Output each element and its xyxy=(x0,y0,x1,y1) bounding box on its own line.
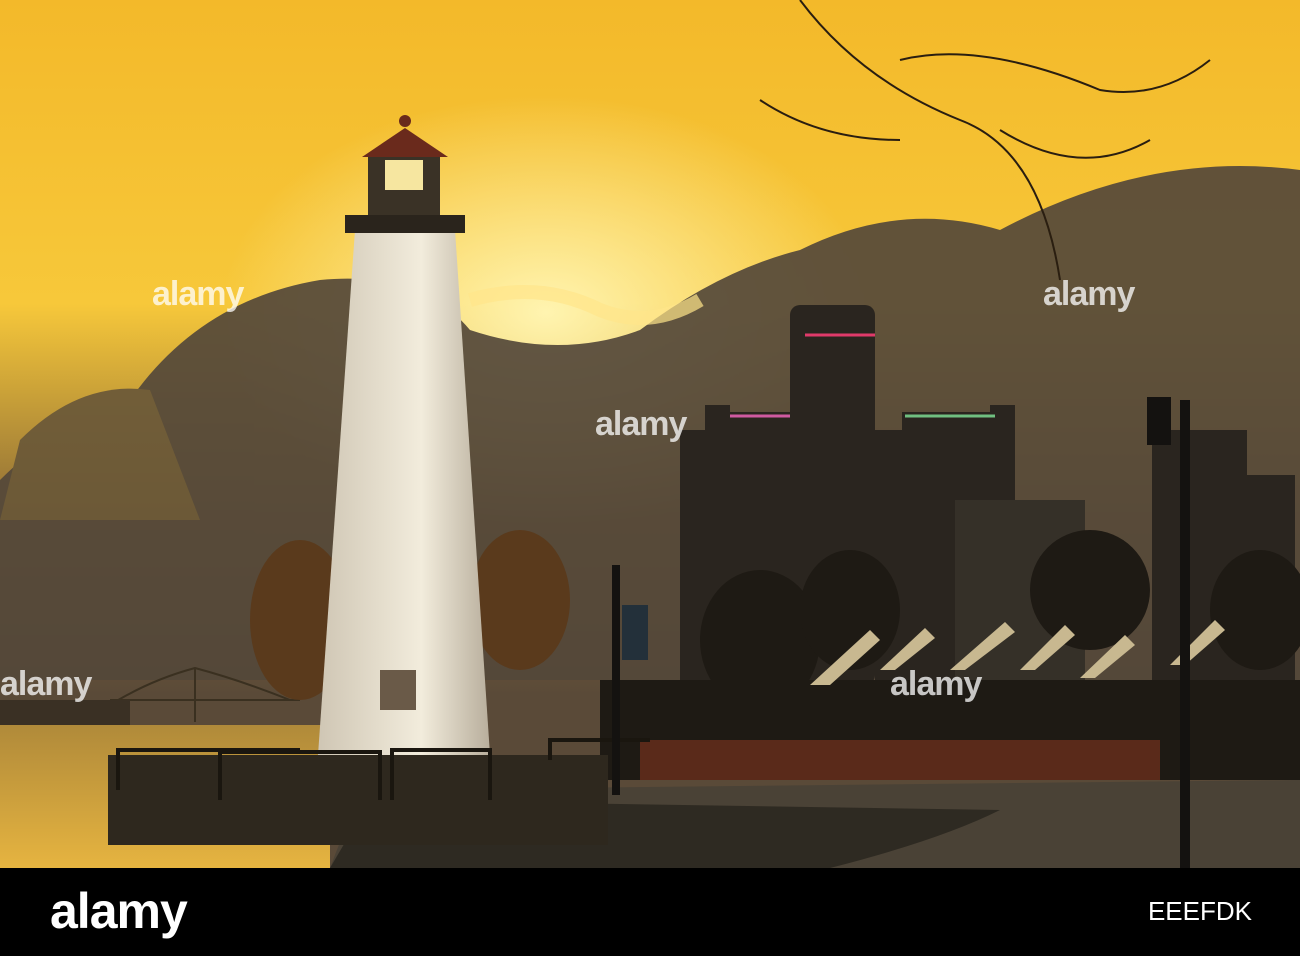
watermark: alamy xyxy=(890,665,982,703)
footer-bar: alamy EEEFDK xyxy=(0,868,1300,956)
watermark: alamy xyxy=(0,665,92,703)
watermark: alamy xyxy=(152,275,244,313)
image-id: EEEFDK xyxy=(1147,896,1252,926)
pier xyxy=(108,755,608,845)
stock-photo: alamy alamy alamy alamy alamy alamy EEEF… xyxy=(0,0,1300,956)
flower-bed xyxy=(640,740,1160,780)
watermark: alamy xyxy=(595,405,687,443)
watermark: alamy xyxy=(1043,275,1135,313)
alamy-logo: alamy xyxy=(50,883,188,939)
